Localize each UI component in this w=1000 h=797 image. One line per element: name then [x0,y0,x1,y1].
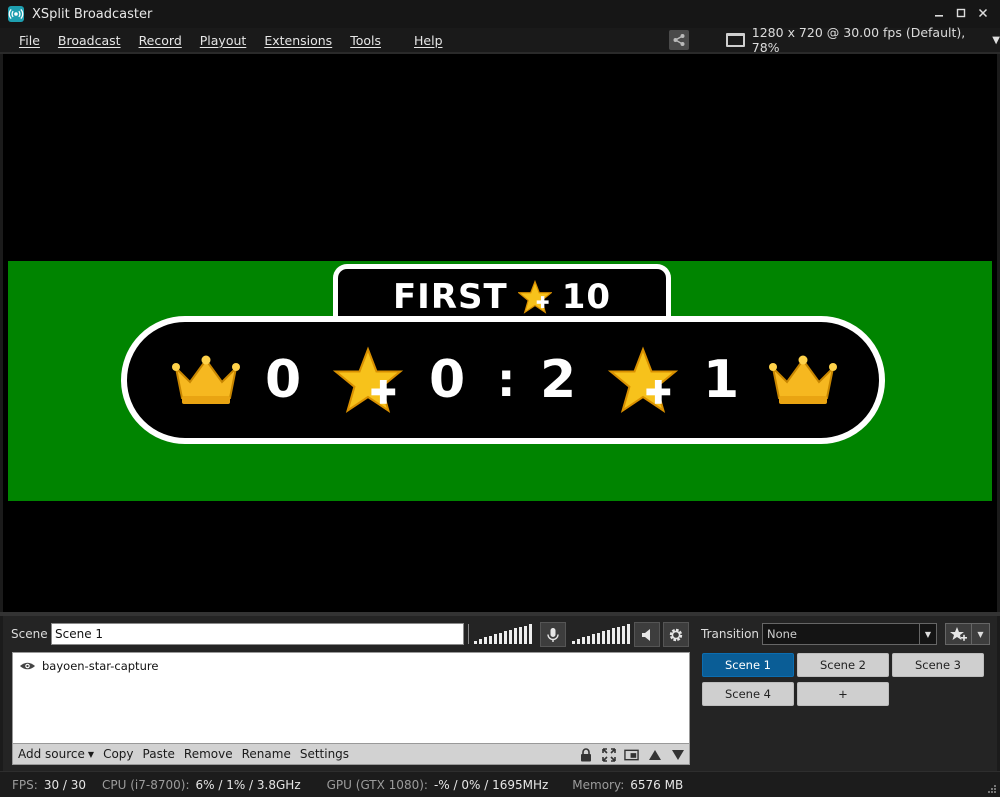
scene-name-input[interactable] [51,623,464,645]
source-name: bayoen-star-capture [42,659,159,673]
source-item[interactable]: bayoen-star-capture [19,659,158,673]
projector-icon[interactable] [624,747,639,762]
preview-canvas[interactable]: FIRST 10 0 0 : 2 1 [3,54,997,612]
move-down-icon[interactable] [670,747,685,762]
menu-broadcast[interactable]: Broadcast [58,33,121,48]
speaker-icon [642,628,650,641]
speaker-button[interactable] [634,622,660,647]
badge-label: FIRST [392,276,508,317]
caret-down-icon: ▼ [87,750,95,759]
cpu-label: CPU (i7-8700): [102,777,190,792]
menu-playout[interactable]: Playout [200,33,247,48]
source-toolbar: Add source ▼ Copy Paste Remove Rename Set… [12,743,690,765]
status-bar: FPS: 30 / 30 CPU (i7-8700): 6% / 1% / 3.… [0,771,1000,797]
menu-record[interactable]: Record [139,33,182,48]
menu-extensions[interactable]: Extensions [264,33,332,48]
chevron-down-icon[interactable]: ▼ [972,623,990,645]
scene-2-button[interactable]: Scene 2 [797,653,889,677]
transition-value: None [767,627,798,641]
maximize-icon[interactable] [950,4,972,22]
share-button[interactable] [669,30,689,50]
gear-icon [669,628,683,641]
memory-label: Memory: [572,777,625,792]
left-stars: 0 [429,350,466,410]
crown-icon [769,355,837,404]
gpu-value: -% / 0% / 1695MHz [433,777,549,792]
audio-settings-button[interactable] [663,622,689,647]
rename-button[interactable]: Rename [242,747,291,761]
monitor-icon [726,33,745,47]
eye-icon[interactable] [19,661,36,671]
right-score: 1 [703,350,740,410]
move-up-icon[interactable] [647,747,662,762]
star-plus-icon [607,346,679,413]
star-plus-icon [332,346,404,413]
title-bar: XSplit Broadcaster [0,0,1000,28]
divider [468,624,469,644]
score-separator: : [497,353,516,407]
menu-help[interactable]: Help [414,33,443,48]
scene-3-button[interactable]: Scene 3 [892,653,984,677]
first-to-badge: FIRST 10 [333,264,671,324]
transition-label: Transition [701,627,760,641]
resolution-label: 1280 x 720 @ 30.00 fps (Default), 78% [751,25,966,55]
gpu-label: GPU (GTX 1080): [326,777,428,792]
remove-button[interactable]: Remove [184,747,233,761]
settings-button[interactable]: Settings [300,747,349,761]
scoreboard: 0 0 : 2 1 [121,316,885,444]
transition-select[interactable]: None ▼ [762,623,937,645]
menu-file[interactable]: File [19,33,40,48]
fps-label: FPS: [12,777,38,792]
source-list[interactable]: bayoen-star-capture [12,652,690,744]
scene-4-button[interactable]: Scene 4 [702,682,794,706]
minimize-icon[interactable] [928,4,950,22]
scene-1-button[interactable]: Scene 1 [702,653,794,677]
menu-bar: File Broadcast Record Playout Extensions… [0,25,1000,55]
add-source-button[interactable]: Add source ▼ [18,747,94,761]
share-icon [673,34,685,46]
scene-panel: Scene bayoen-s [3,616,997,771]
transition-effects-button[interactable] [945,623,972,645]
broadcast-icon [8,6,24,22]
cpu-value: 6% / 1% / 3.8GHz [195,777,301,792]
memory-value: 6576 MB [630,777,684,792]
add-scene-button[interactable]: + [797,682,889,706]
menu-tools[interactable]: Tools [350,33,381,48]
chevron-down-icon[interactable]: ▼ [919,624,936,644]
right-stars: 2 [540,350,577,410]
lock-icon[interactable] [578,747,593,762]
speaker-level-meter [572,624,630,644]
star-plus-icon [517,279,552,314]
copy-button[interactable]: Copy [103,747,133,761]
fps-value: 30 / 30 [43,777,87,792]
window-title: XSplit Broadcaster [32,6,153,22]
close-icon[interactable] [972,4,994,22]
scene-label: Scene [11,627,48,641]
left-score: 0 [265,350,302,410]
mic-button[interactable] [540,622,566,647]
mic-level-meter [474,624,532,644]
chevron-down-icon: ▼ [992,34,1000,46]
microphone-icon [547,627,559,642]
resolution-selector[interactable]: 1280 x 720 @ 30.00 fps (Default), 78% ▼ [726,25,1000,55]
fit-screen-icon[interactable] [601,747,616,762]
badge-target: 10 [561,276,612,317]
resize-grip-icon[interactable] [986,783,996,793]
star-add-icon [949,627,967,641]
paste-button[interactable]: Paste [143,747,175,761]
crown-icon [172,355,240,404]
